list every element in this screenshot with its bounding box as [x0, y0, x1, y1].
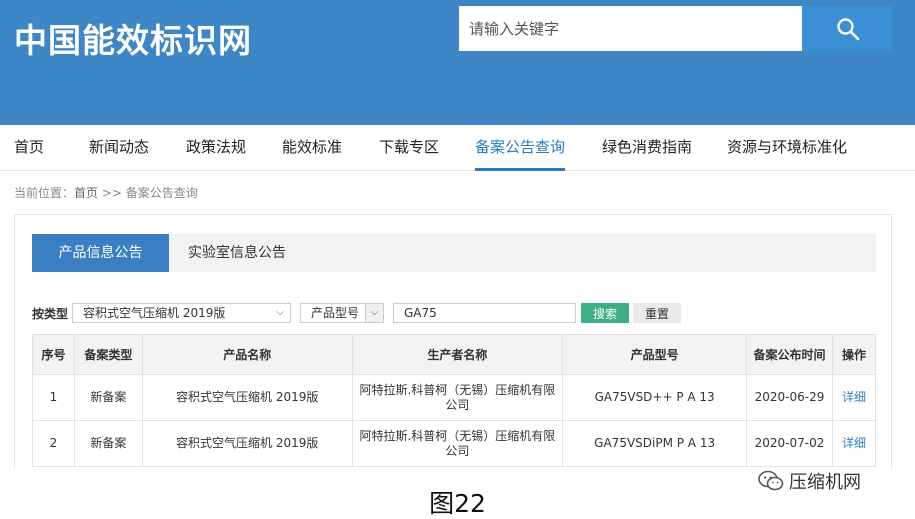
- table-cell: GA75VSD++ P A 13: [562, 374, 748, 421]
- search-input[interactable]: [459, 6, 802, 51]
- column-header: 操作: [831, 334, 877, 375]
- nav-item-environment[interactable]: 资源与环境标准化: [727, 125, 847, 171]
- search-button[interactable]: [802, 6, 892, 51]
- table-cell: 2020-07-02: [746, 420, 833, 467]
- table-header-row: 序号 备案类型 产品名称 生产者名称 产品型号 备案公布时间 操作: [32, 334, 877, 375]
- chevron-down-icon: ⌵: [365, 304, 383, 322]
- search-icon: [837, 18, 860, 41]
- site-logo[interactable]: 中国能效标识网: [14, 14, 252, 62]
- query-panel: 产品信息公告 实验室信息公告 按类型 容积式空气压缩机 2019版 ⌵ 产品型号…: [14, 214, 892, 474]
- type-select-value: 容积式空气压缩机 2019版: [83, 306, 226, 320]
- chevron-down-icon: ⌵: [276, 307, 284, 318]
- wechat-icon: [758, 470, 784, 491]
- screenshot: 中国能效标识网 首页 新闻动态 政策法规 能效标准 下载专区 备案公告查询 绿色…: [0, 0, 915, 519]
- filter-reset-button[interactable]: 重置: [633, 303, 681, 323]
- table-cell: 新备案: [73, 420, 143, 467]
- nav-item-news[interactable]: 新闻动态: [89, 125, 149, 171]
- detail-link[interactable]: 详细: [831, 374, 877, 421]
- breadcrumb-separator: >>: [98, 186, 126, 200]
- filter-search-button[interactable]: 搜索: [581, 303, 629, 323]
- watermark-text: 压缩机网: [789, 472, 861, 493]
- column-header: 产品名称: [141, 334, 353, 375]
- tab-product-info[interactable]: 产品信息公告: [32, 234, 169, 272]
- nav-item-home[interactable]: 首页: [14, 125, 44, 171]
- field-select-value: 产品型号: [311, 306, 360, 320]
- main-nav: 首页 新闻动态 政策法规 能效标准 下载专区 备案公告查询 绿色消费指南 资源与…: [0, 125, 915, 171]
- nav-item-downloads[interactable]: 下载专区: [379, 125, 439, 171]
- column-header: 备案类型: [73, 334, 143, 375]
- table-cell: 阿特拉斯.科普柯（无锡）压缩机有限公司: [351, 374, 564, 421]
- table-cell: 新备案: [73, 374, 143, 421]
- column-header: 产品型号: [562, 334, 748, 375]
- table-row: 1 新备案 容积式空气压缩机 2019版 阿特拉斯.科普柯（无锡）压缩机有限公司…: [32, 374, 877, 421]
- type-select[interactable]: 容积式空气压缩机 2019版 ⌵: [72, 303, 291, 323]
- table-row: 2 新备案 容积式空气压缩机 2019版 阿特拉斯.科普柯（无锡）压缩机有限公司…: [32, 420, 877, 467]
- nav-item-filing-query[interactable]: 备案公告查询: [475, 125, 566, 171]
- results-table: 序号 备案类型 产品名称 生产者名称 产品型号 备案公布时间 操作 1 新备案 …: [32, 334, 877, 467]
- watermark: 压缩机网: [758, 468, 861, 494]
- column-header: 生产者名称: [351, 334, 564, 375]
- table-cell: 容积式空气压缩机 2019版: [141, 420, 353, 467]
- field-select[interactable]: 产品型号 ⌵: [300, 303, 384, 323]
- breadcrumb-home[interactable]: 首页: [74, 186, 98, 200]
- breadcrumb-current: 备案公告查询: [125, 186, 198, 200]
- column-header: 序号: [32, 334, 75, 375]
- column-header: 备案公布时间: [746, 334, 833, 375]
- table-cell: 1: [32, 374, 75, 421]
- table-cell: 阿特拉斯.科普柯（无锡）压缩机有限公司: [351, 420, 564, 467]
- breadcrumb: 当前位置：首页 >> 备案公告查询: [14, 184, 198, 201]
- table-cell: 2: [32, 420, 75, 467]
- table-cell: 容积式空气压缩机 2019版: [141, 374, 353, 421]
- filter-type-label: 按类型: [32, 307, 69, 321]
- detail-link[interactable]: 详细: [831, 420, 877, 467]
- breadcrumb-prefix: 当前位置：: [14, 186, 75, 200]
- table-cell: GA75VSDiPM P A 13: [562, 420, 748, 467]
- nav-item-standards[interactable]: 能效标准: [282, 125, 342, 171]
- table-cell: 2020-06-29: [746, 374, 833, 421]
- tab-lab-info[interactable]: 实验室信息公告: [169, 234, 305, 272]
- model-query-input[interactable]: [393, 303, 576, 323]
- site-header: 中国能效标识网: [0, 0, 915, 125]
- nav-item-policy[interactable]: 政策法规: [186, 125, 246, 171]
- filter-bar: 按类型 容积式空气压缩机 2019版 ⌵ 产品型号 ⌵ 搜索 重置: [32, 303, 876, 323]
- nav-item-green-guide[interactable]: 绿色消费指南: [602, 125, 692, 171]
- tab-bar: 产品信息公告 实验室信息公告: [32, 234, 876, 272]
